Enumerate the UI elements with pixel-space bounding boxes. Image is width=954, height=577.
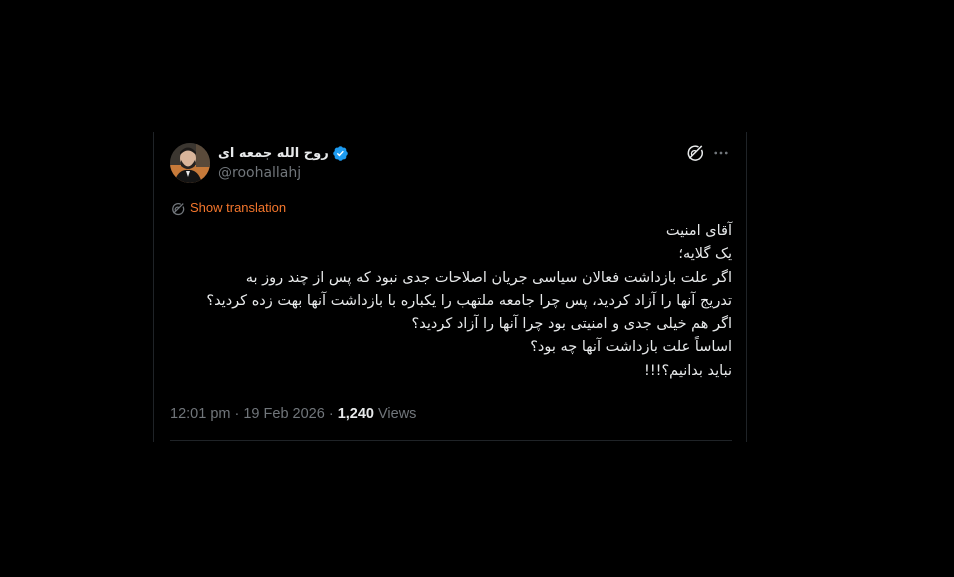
tweet-meta: 12:01 pm · 19 Feb 2026 · 1,240 Views bbox=[170, 405, 416, 423]
bottom-divider bbox=[170, 440, 732, 441]
author-handle[interactable]: @roohallahj bbox=[218, 164, 301, 182]
translate-icon bbox=[171, 201, 185, 216]
avatar-photo bbox=[170, 143, 210, 183]
tweet-text-line: آقای امنیت bbox=[665, 223, 732, 239]
tweet-text-line: اگر هم خیلی جدی و امنیتی بود چرا آنها را… bbox=[411, 316, 732, 333]
author-name[interactable]: روح الله جمعه ای bbox=[218, 144, 329, 163]
meta-separator: · bbox=[230, 406, 244, 422]
verified-badge-icon bbox=[332, 145, 349, 162]
meta-separator: · bbox=[324, 406, 338, 422]
avatar[interactable] bbox=[170, 143, 210, 183]
tweet-text-line: نباید بدانیم؟!!! bbox=[644, 362, 732, 379]
tweet-date: 19 Feb 2026 bbox=[243, 406, 325, 422]
more-icon[interactable] bbox=[712, 144, 730, 162]
views-count: 1,240 bbox=[337, 406, 374, 422]
tweet-text-line: تدریج آنها را آزاد کردید، پس چرا جامعه م… bbox=[206, 292, 732, 309]
show-translation-button[interactable]: Show translation bbox=[171, 200, 286, 216]
author-block: روح الله جمعه ای @roohallahj bbox=[218, 144, 418, 184]
tweet-text-line: یک گلایه؛ bbox=[678, 246, 732, 263]
tweet-text-line: اگر علت بازداشت فعالان سیاسی جریان اصلاح… bbox=[245, 269, 732, 286]
grok-icon[interactable] bbox=[686, 144, 704, 162]
views-label: Views bbox=[378, 406, 417, 422]
tweet-timestamp[interactable]: 12:01 pm · 19 Feb 2026 bbox=[170, 406, 325, 422]
tweet-text-line: اساساً علت بازداشت آنها چه بود؟ bbox=[530, 339, 732, 356]
tweet-time: 12:01 pm bbox=[170, 406, 231, 422]
author-name-row: روح الله جمعه ای bbox=[218, 144, 349, 163]
tweet-card[interactable]: روح الله جمعه ای @roohallahj Show transl… bbox=[153, 132, 747, 442]
page: روح الله جمعه ای @roohallahj Show transl… bbox=[0, 0, 954, 577]
show-translation-label: Show translation bbox=[190, 200, 287, 215]
tweet-text: آقای امنیت یک گلایه؛ اگر علت بازداشت فعا… bbox=[170, 220, 732, 383]
